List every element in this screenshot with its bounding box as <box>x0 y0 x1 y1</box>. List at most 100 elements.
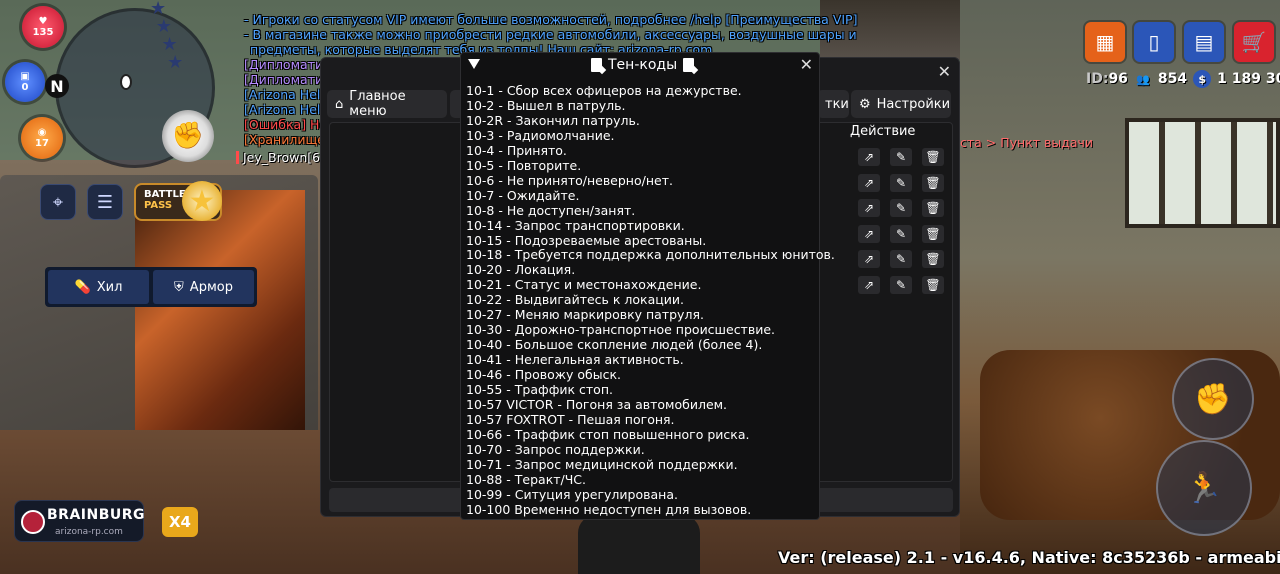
table-row-actions: ⇗ ✎ 🗑 <box>858 224 944 243</box>
ten-code-item: 10-14 - Запрос транспортировки. <box>466 217 685 233</box>
star-icon: ★ <box>182 181 222 221</box>
ten-code-item: 10-30 - Дорожно-транспортное происшестви… <box>466 322 775 338</box>
close-icon[interactable]: ✕ <box>938 62 951 81</box>
edit-icon[interactable]: ✎ <box>890 250 912 269</box>
fist-weapon-icon[interactable]: ✊ <box>162 110 214 162</box>
menu-button[interactable]: ▦ <box>1085 22 1125 62</box>
background-tv-screen <box>135 190 305 470</box>
tab-main-menu[interactable]: ⌂ Главное меню <box>327 89 447 119</box>
ten-code-item: 10-2R - Закончил патруль. <box>466 112 640 128</box>
ten-code-item: 10-21 - Статус и местонахождение. <box>466 277 702 293</box>
open-link-icon[interactable]: ⇗ <box>858 148 880 166</box>
armor-button[interactable]: ⛨ Армор <box>153 270 254 304</box>
edit-icon[interactable]: ✎ <box>890 199 912 218</box>
payday-multiplier: X4 <box>162 507 198 537</box>
open-link-icon[interactable]: ⇗ <box>858 173 880 192</box>
burger-icon: ◉ <box>37 127 47 138</box>
table-row-actions: ⇗ ✎ 🗑 <box>858 148 944 166</box>
version-label: Ver: (release) 2.1 - v16.4.6, Native: 8c… <box>778 548 1280 567</box>
document-edit-icon <box>683 58 695 72</box>
chat-line-right: ста > Пункт выдачи <box>960 135 1094 150</box>
open-link-icon[interactable]: ⇗ <box>858 276 880 294</box>
action-column-header: Действие <box>850 124 916 139</box>
chat-player-line: Jey_Brown[6 <box>236 150 320 165</box>
ten-codes-title-text: Тен-коды <box>608 57 678 73</box>
tab-main-menu-label: Главное меню <box>349 89 406 119</box>
inventory-button[interactable]: ▤ <box>1184 22 1224 62</box>
ten-code-item: 10-6 - Не принято/неверно/нет. <box>466 172 673 188</box>
open-link-icon[interactable]: ⇗ <box>858 224 880 243</box>
trash-icon[interactable]: 🗑 <box>922 199 944 218</box>
backpack-icon: ▤ <box>1194 30 1214 54</box>
background-window <box>1125 118 1280 228</box>
shield-icon: ⛨ <box>174 279 184 295</box>
grid-icon: ▦ <box>1095 30 1115 54</box>
trash-icon[interactable]: 🗑 <box>922 250 944 269</box>
id-value: 96 <box>1108 71 1128 87</box>
table-row-actions: ⇗ ✎ 🗑 <box>858 173 944 192</box>
open-link-icon[interactable]: ⇗ <box>858 199 880 218</box>
ten-code-item: 10-8 - Не доступен/занят. <box>466 202 636 218</box>
shop-button[interactable]: 🛒 <box>1234 22 1274 62</box>
ten-codes-list: 10-1 - Сбор всех офицеров на дежурстве. 1… <box>466 83 835 518</box>
ten-code-item: 10-41 - Нелегальная активность. <box>466 352 684 368</box>
ten-code-item: 10-1 - Сбор всех офицеров на дежурстве. <box>466 83 742 98</box>
ten-code-item: 10-71 - Запрос медицинской поддержки. <box>466 456 738 472</box>
running-man-icon: 🏃 <box>1185 470 1223 506</box>
collapse-arrow-icon[interactable] <box>468 59 480 69</box>
battle-pass-button[interactable]: BATTLE PASS ★ <box>134 181 222 221</box>
ten-codes-title: Тен-коды <box>591 57 695 73</box>
ten-code-item: 10-20 - Локация. <box>466 262 576 278</box>
heal-armor-bar: 💊 Хил ⛨ Армор <box>45 267 257 307</box>
phone-button[interactable]: ▯ <box>1134 22 1174 62</box>
tab-settings[interactable]: ⚙ Настройки <box>851 90 951 118</box>
edit-icon[interactable]: ✎ <box>890 148 912 166</box>
trash-icon[interactable]: 🗑 <box>922 173 944 192</box>
armor-icon: ▣ <box>20 71 30 82</box>
wanted-stars: ★ ★ ★ ★ <box>150 0 184 73</box>
heart-icon: ♥ <box>38 16 48 27</box>
open-link-icon[interactable]: ⇗ <box>858 250 880 269</box>
tasks-button[interactable]: ☰ <box>87 184 123 220</box>
ten-code-item: 10-4 - Принято. <box>466 142 567 158</box>
trash-icon[interactable]: 🗑 <box>922 276 944 294</box>
users-icon: 👥 <box>1136 72 1150 86</box>
ten-code-item: 10-88 - Теракт/ЧС. <box>466 471 587 487</box>
gear-icon: ⚙ <box>859 96 871 112</box>
ten-code-item: 10-2 - Вышел в патруль. <box>466 97 626 113</box>
ten-codes-popup: Тен-коды ✕ 10-1 - Сбор всех офицеров на … <box>460 52 835 520</box>
trash-icon[interactable]: 🗑 <box>922 224 944 243</box>
ten-code-item: 10-57 VICTOR - Погоня за автомобилем. <box>466 397 728 413</box>
heal-button[interactable]: 💊 Хил <box>48 270 149 304</box>
edit-icon[interactable]: ✎ <box>890 224 912 243</box>
checklist-icon: ☰ <box>96 191 114 213</box>
table-row-actions: ⇗ ✎ 🗑 <box>858 250 944 269</box>
server-name: BRAINBURG <box>47 507 146 523</box>
phone-icon: ▯ <box>1148 30 1160 54</box>
money-value: 1 189 302 <box>1217 71 1280 87</box>
tab-settings-label: Настройки <box>876 96 951 112</box>
ten-code-item: 10-22 - Выдвигайтесь к локации. <box>466 292 684 308</box>
ten-code-item: 10-40 - Большое скопление людей (более 4… <box>466 337 763 353</box>
home-icon: ⌂ <box>335 96 344 112</box>
cursor-button[interactable]: ⌖ <box>40 184 76 220</box>
player-character <box>578 515 700 574</box>
hunger-value: 17 <box>35 138 49 149</box>
attack-button[interactable]: ✊ <box>1172 358 1254 440</box>
document-edit-icon <box>591 58 602 72</box>
trash-icon[interactable]: 🗑 <box>922 148 944 166</box>
ten-code-item: 10-7 - Ожидайте. <box>466 187 580 203</box>
ten-code-item: 10-55 - Траффик стоп. <box>466 382 613 398</box>
sprint-button[interactable]: 🏃 <box>1156 440 1252 536</box>
pills-icon: 💊 <box>74 279 91 295</box>
ten-code-item: 10-18 - Требуется поддержка дополнительн… <box>466 247 835 263</box>
ten-code-item: 10-46 - Провожу обыск. <box>466 367 622 383</box>
edit-icon[interactable]: ✎ <box>890 276 912 294</box>
map-pin-icon <box>120 74 132 90</box>
ten-code-item: 10-15 - Подозреваемые арестованы. <box>466 232 707 248</box>
ten-code-item: 10-70 - Запрос поддержки. <box>466 441 645 457</box>
close-icon[interactable]: ✕ <box>800 55 813 74</box>
fist-icon: ✊ <box>1194 381 1232 417</box>
edit-icon[interactable]: ✎ <box>890 173 912 192</box>
tab-notes[interactable]: тки <box>817 90 849 118</box>
